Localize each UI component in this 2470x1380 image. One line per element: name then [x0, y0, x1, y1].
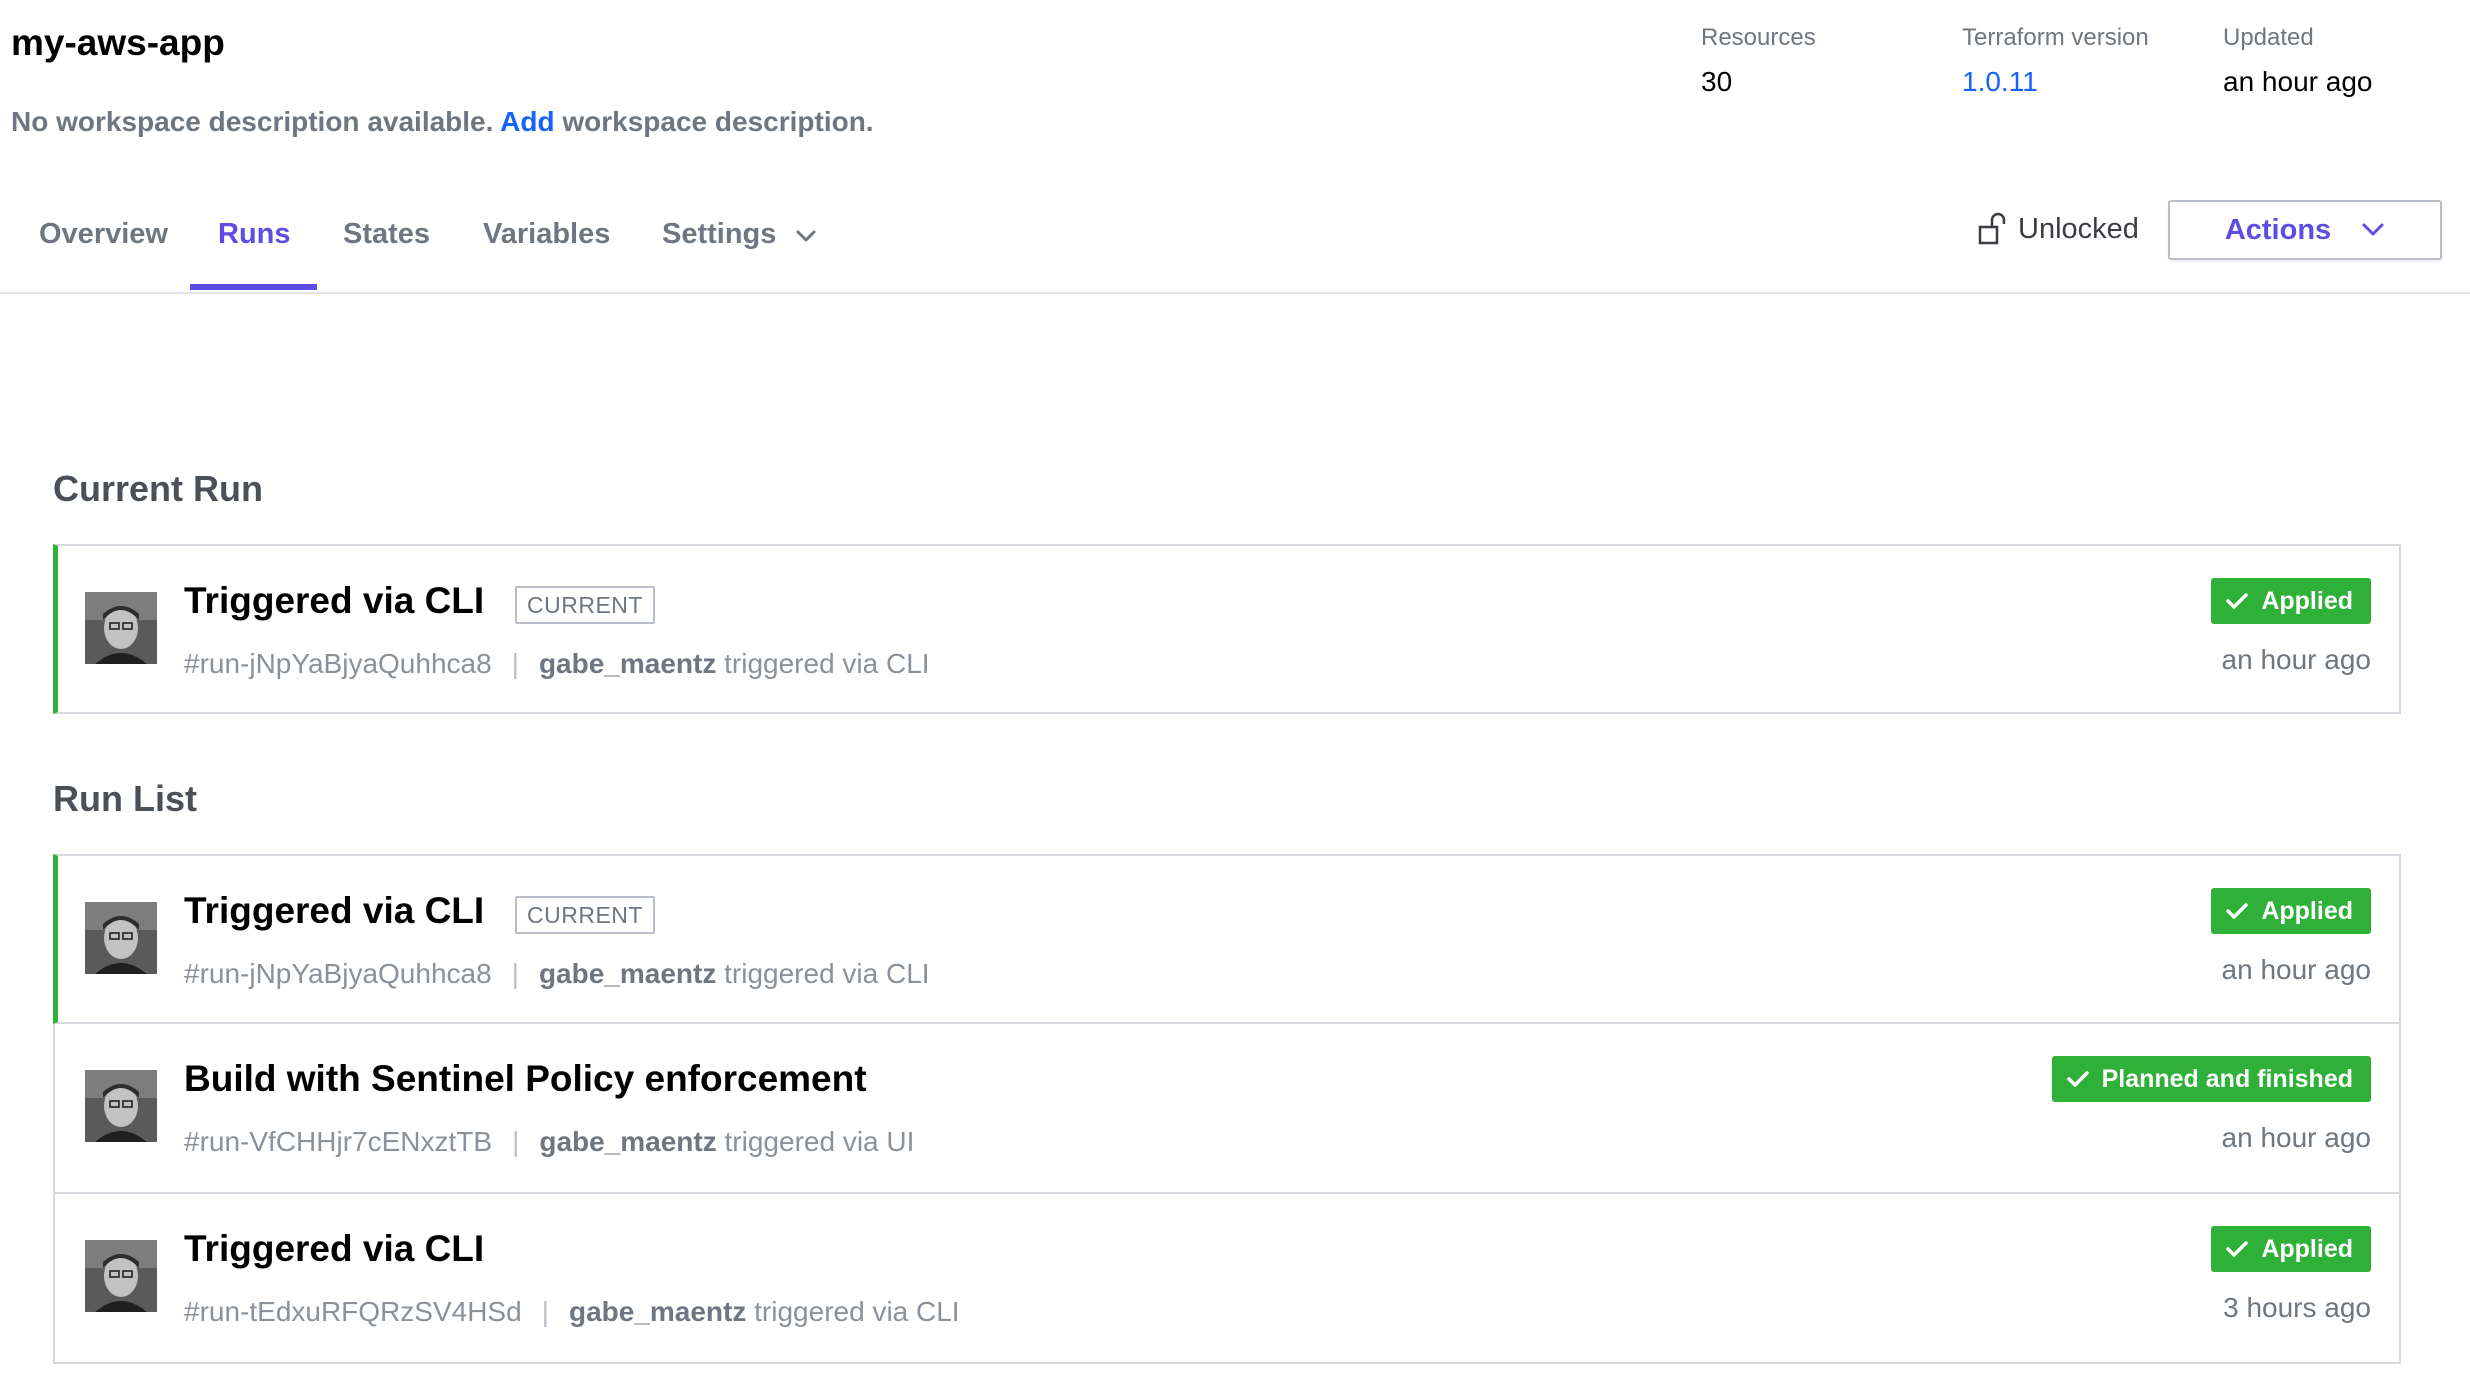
list-item[interactable]: Build with Sentinel Policy enforcement #… — [53, 1024, 2401, 1194]
check-icon — [2226, 593, 2249, 609]
run-user: gabe_maentz — [539, 1126, 717, 1157]
status-label: Planned and finished — [2101, 1064, 2353, 1093]
run-trigger: triggered via CLI — [724, 958, 930, 989]
list-item[interactable]: Triggered via CLI CURRENT #run-jNpYaBjya… — [53, 854, 2401, 1024]
chevron-down-icon[interactable] — [795, 226, 817, 246]
run-list-heading: Run List — [53, 778, 197, 819]
status-badge: Applied — [2211, 1226, 2371, 1272]
run-meta: #run-jNpYaBjyaQuhhca8 | gabe_maentz trigge… — [184, 958, 930, 990]
run-id[interactable]: #run-jNpYaBjyaQuhhca8 — [184, 958, 492, 989]
resources-label: Resources — [1701, 24, 1816, 51]
workspace-description: No workspace description available. Add … — [11, 106, 874, 138]
current-run-card[interactable]: Triggered via CLI CURRENT #run-jNpYaBjya… — [53, 544, 2401, 714]
run-user: gabe_maentz — [568, 1296, 747, 1327]
lock-status-label: Unlocked — [2018, 212, 2139, 245]
status-badge: Applied — [2211, 578, 2371, 624]
run-time: 3 hours ago — [2223, 1292, 2371, 1323]
description-suffix: workspace description. — [562, 106, 874, 137]
run-title[interactable]: Triggered via CLI — [184, 890, 484, 932]
terraform-version-label: Terraform version — [1962, 24, 2149, 51]
run-title[interactable]: Triggered via CLI — [184, 580, 484, 622]
separator: | — [511, 648, 519, 679]
status-label: Applied — [2261, 586, 2353, 615]
unlock-icon — [1978, 212, 2006, 245]
actions-button[interactable]: Actions — [2168, 200, 2442, 260]
avatar — [85, 592, 157, 664]
check-icon — [2226, 1241, 2249, 1257]
tab-divider — [0, 292, 2470, 294]
avatar — [85, 1070, 157, 1142]
status-badge: Planned and finished — [2051, 1056, 2371, 1102]
chevron-down-icon — [2362, 223, 2384, 236]
tab-settings[interactable]: Settings — [662, 218, 776, 251]
workspace-title: my-aws-app — [11, 22, 225, 63]
avatar — [85, 902, 157, 974]
run-time: an hour ago — [2221, 1122, 2371, 1153]
status-badge: Applied — [2211, 888, 2371, 934]
avatar — [85, 1240, 157, 1312]
run-meta: #run-tEdxuRFQRzSV4HSd | gabe_maentz trigge… — [184, 1296, 960, 1328]
run-id[interactable]: #run-VfCHHjr7cENxztTB — [184, 1126, 492, 1157]
tab-states[interactable]: States — [343, 218, 430, 251]
check-icon — [2226, 903, 2249, 919]
separator: | — [541, 1296, 549, 1327]
active-tab-indicator — [190, 284, 317, 290]
updated-label: Updated — [2223, 24, 2314, 51]
add-description-link[interactable]: Add — [500, 106, 554, 137]
separator: | — [512, 1126, 520, 1157]
separator: | — [511, 958, 519, 989]
current-tag: CURRENT — [515, 896, 655, 934]
run-trigger: triggered via UI — [724, 1126, 915, 1157]
current-run-heading: Current Run — [53, 468, 263, 509]
run-id[interactable]: #run-jNpYaBjyaQuhhca8 — [184, 648, 492, 679]
tab-runs[interactable]: Runs — [218, 218, 291, 251]
terraform-version-link[interactable]: 1.0.11 — [1962, 66, 2038, 98]
current-tag: CURRENT — [515, 586, 655, 624]
tab-overview[interactable]: Overview — [39, 218, 168, 251]
lock-status[interactable]: Unlocked — [1978, 212, 2139, 246]
run-user: gabe_maentz — [538, 958, 717, 989]
run-meta: #run-VfCHHjr7cENxztTB | gabe_maentz trigge… — [184, 1126, 914, 1158]
run-trigger: triggered via CLI — [724, 648, 930, 679]
run-time: an hour ago — [2221, 644, 2371, 675]
actions-label: Actions — [2224, 213, 2332, 246]
run-meta: #run-jNpYaBjyaQuhhca8 | gabe_maentz trigge… — [184, 648, 930, 680]
check-icon — [2066, 1071, 2089, 1087]
run-user: gabe_maentz — [538, 648, 717, 679]
run-id[interactable]: #run-tEdxuRFQRzSV4HSd — [184, 1296, 522, 1327]
run-trigger: triggered via CLI — [754, 1296, 960, 1327]
run-title[interactable]: Triggered via CLI — [184, 1228, 484, 1270]
status-label: Applied — [2261, 896, 2353, 925]
run-time: an hour ago — [2221, 954, 2371, 985]
run-title[interactable]: Build with Sentinel Policy enforcement — [184, 1058, 867, 1100]
tab-variables[interactable]: Variables — [483, 218, 610, 251]
updated-value: an hour ago — [2223, 66, 2373, 97]
description-text: No workspace description available. — [11, 106, 494, 137]
resources-value: 30 — [1701, 66, 1733, 97]
list-item[interactable]: Triggered via CLI #run-tEdxuRFQRzSV4HSd |… — [53, 1194, 2401, 1364]
status-label: Applied — [2261, 1234, 2353, 1263]
